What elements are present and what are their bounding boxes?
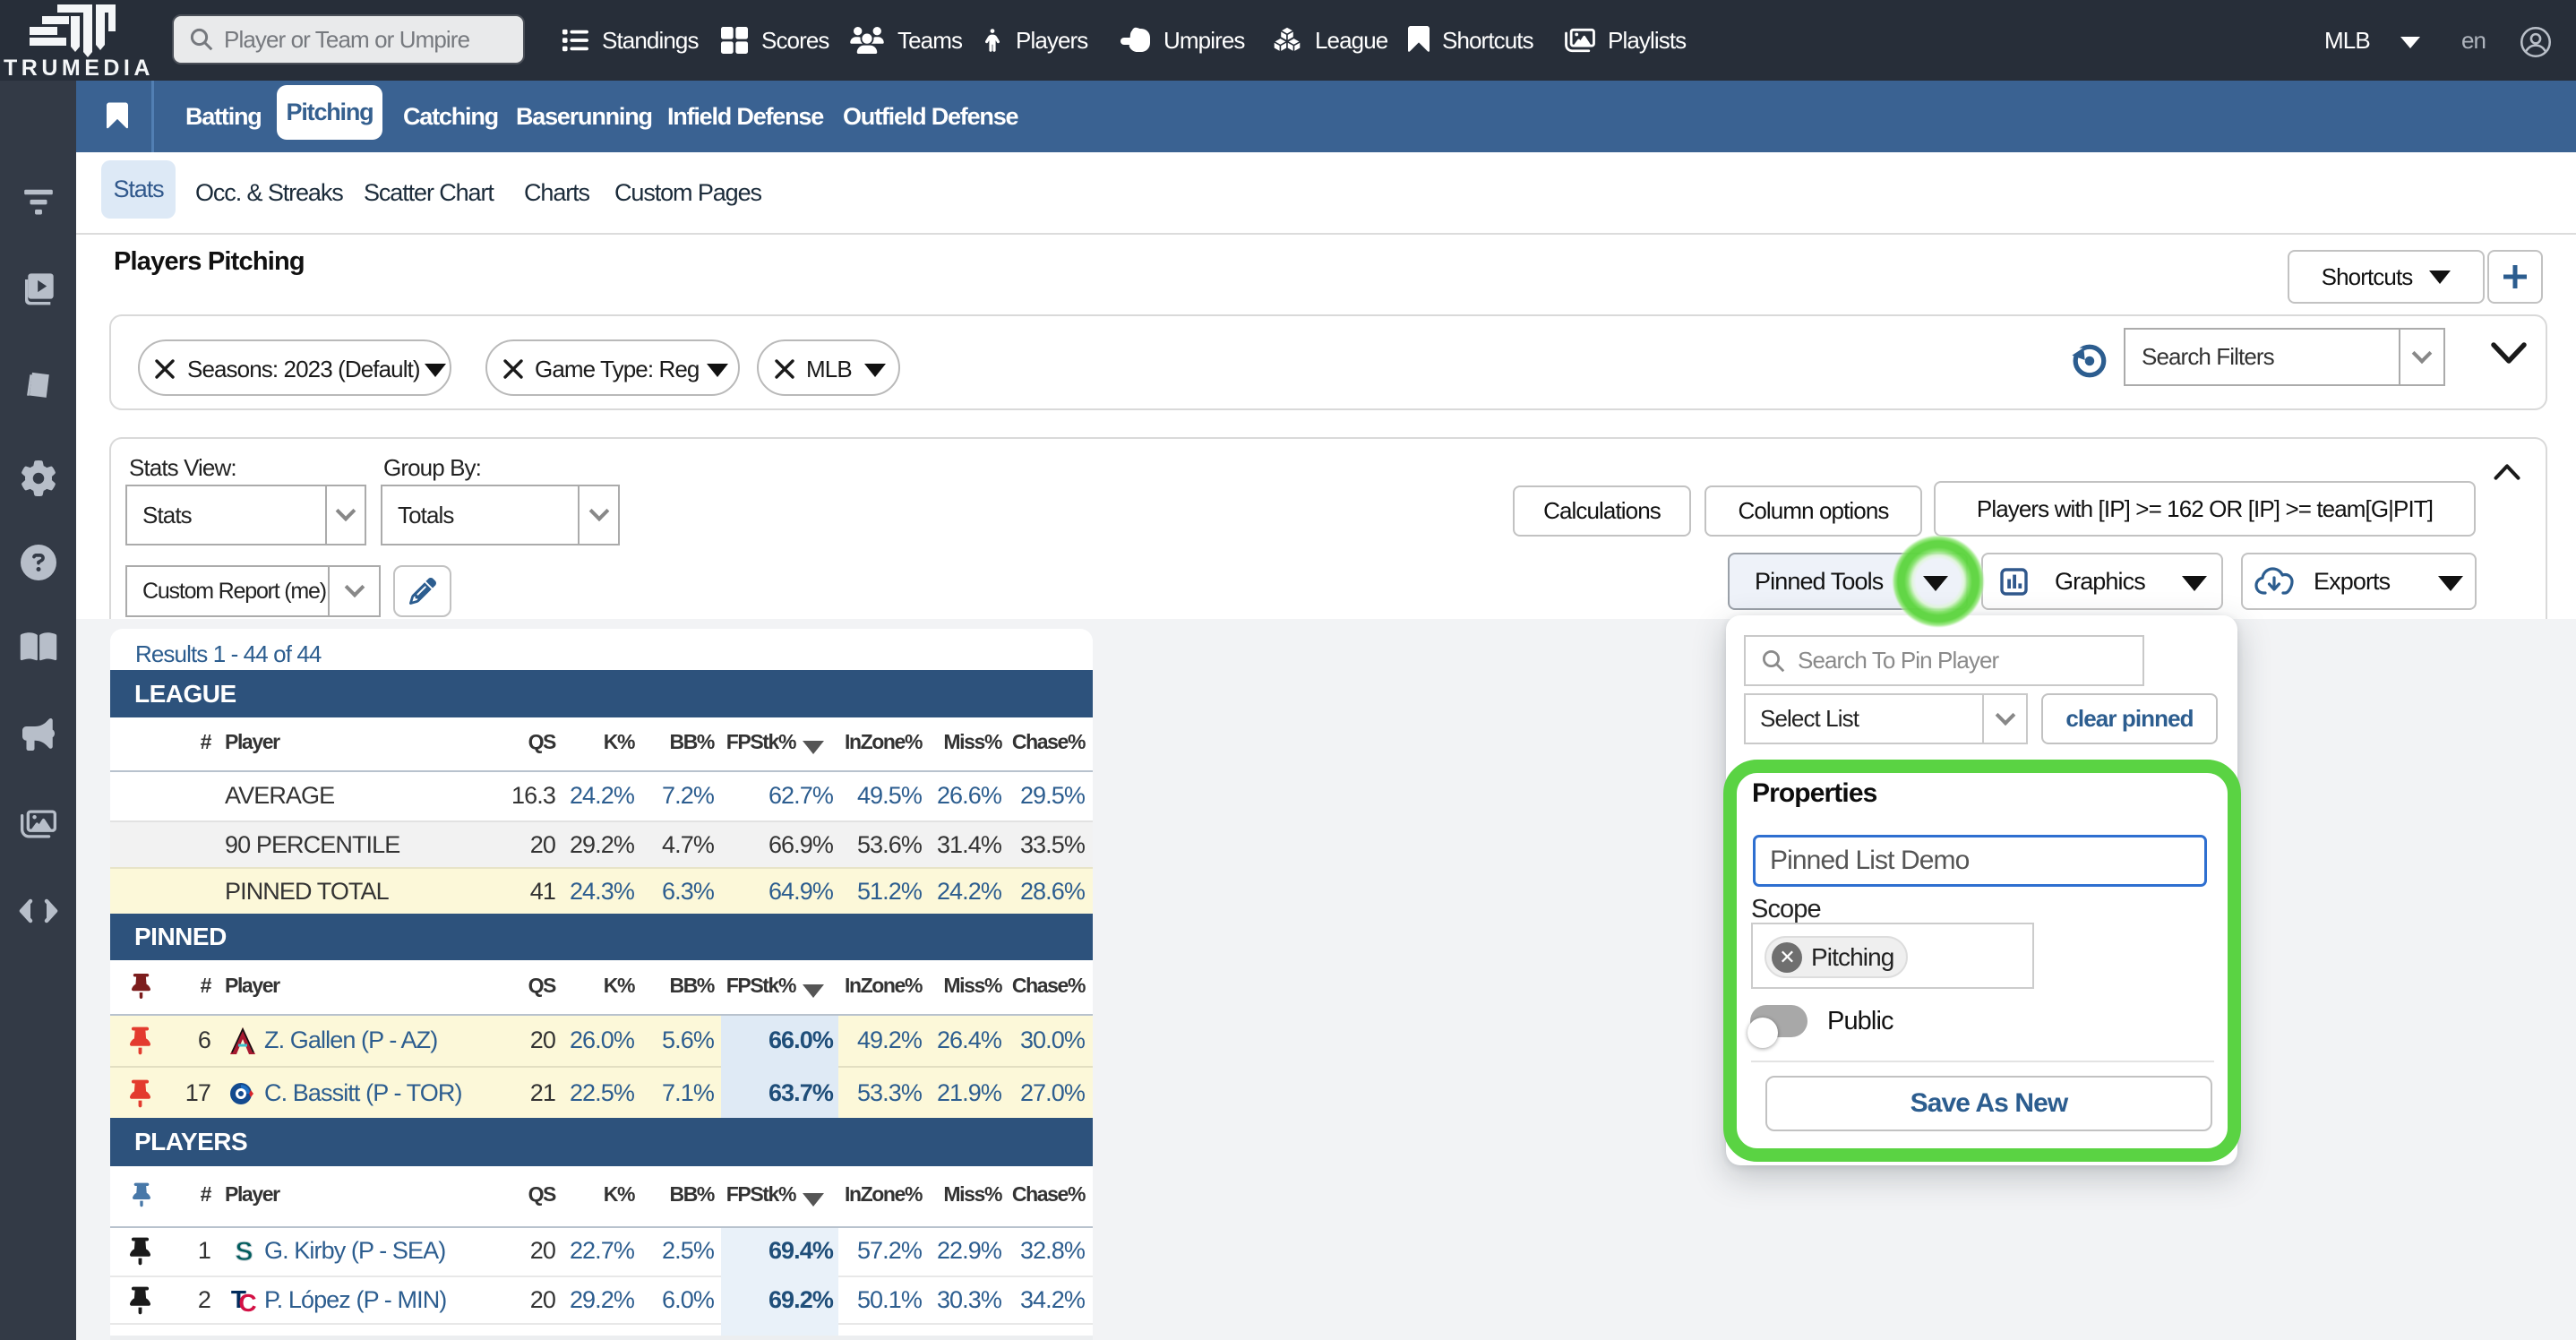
svg-text:S: S: [235, 1237, 252, 1267]
svg-text:TRUMEDIA: TRUMEDIA: [4, 56, 154, 81]
svg-text:C: C: [238, 1289, 256, 1317]
